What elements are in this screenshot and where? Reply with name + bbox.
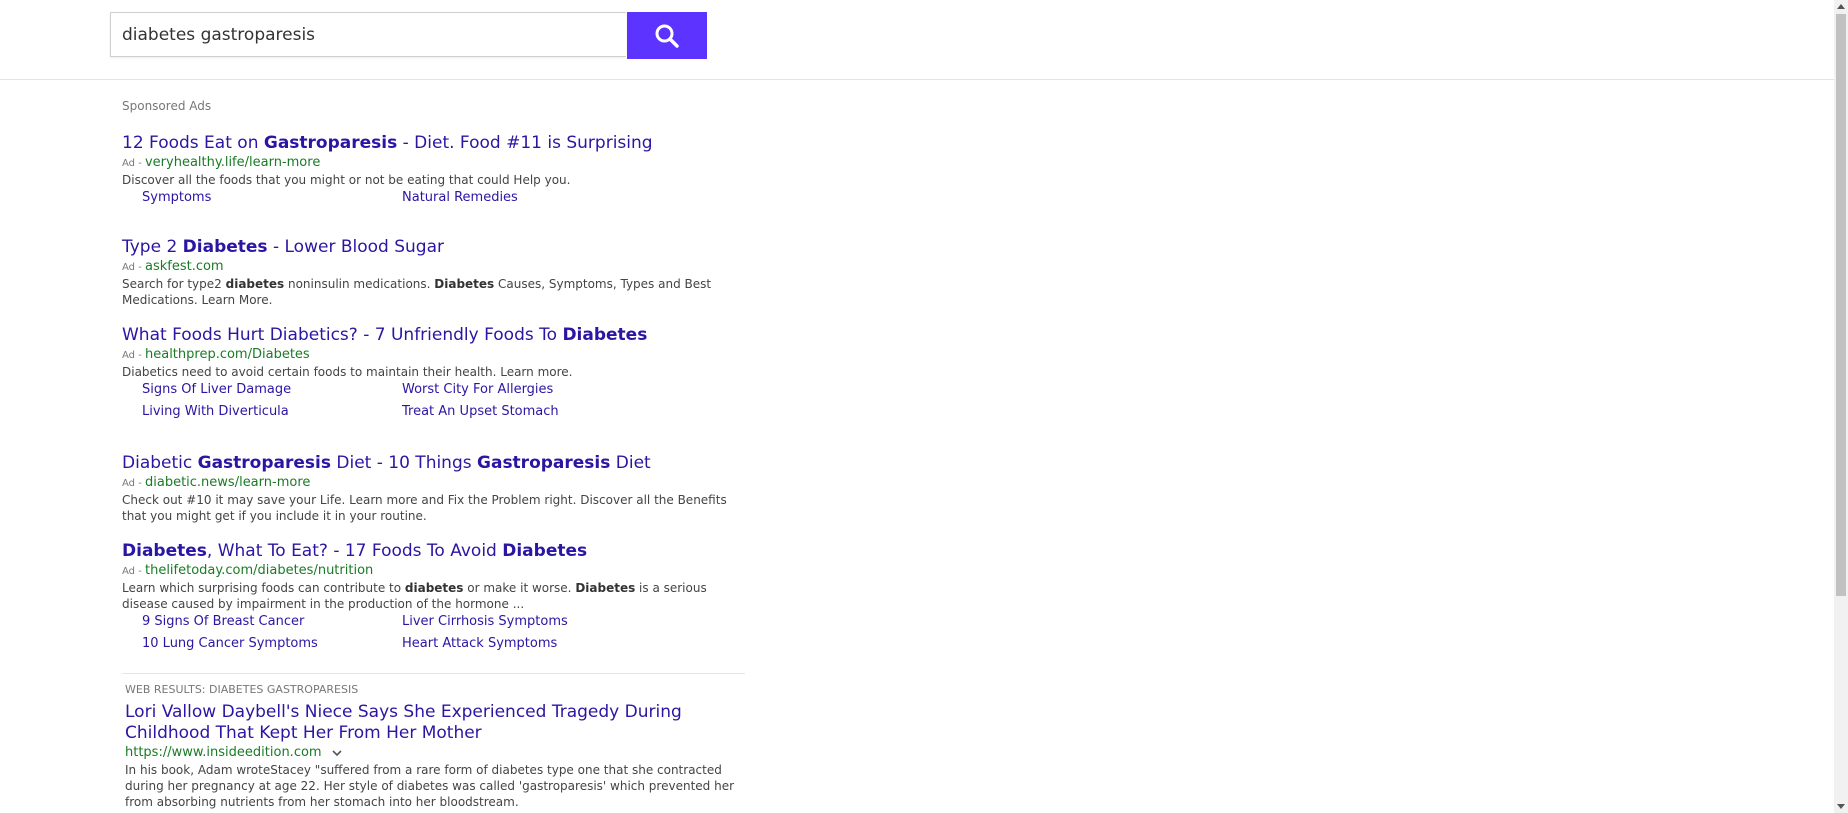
ad-sitelink[interactable]: Symptoms: [142, 190, 211, 205]
ad-url-row: Ad - diabetic.news/learn-more: [122, 474, 742, 492]
ad-url[interactable]: veryhealthy.life/learn-more: [145, 155, 320, 170]
ad-url-row: Ad - askfest.com: [122, 258, 742, 276]
ad-title-link[interactable]: 12 Foods Eat on Gastroparesis - Diet. Fo…: [122, 132, 742, 154]
ad-sitelink[interactable]: 10 Lung Cancer Symptoms: [142, 636, 318, 651]
ad-tag: Ad -: [122, 262, 145, 273]
ad-title-link[interactable]: Diabetes, What To Eat? - 17 Foods To Avo…: [122, 540, 742, 562]
scroll-up-arrow[interactable]: [1837, 4, 1845, 9]
sponsored-ads-section: Sponsored Ads 12 Foods Eat on Gastropare…: [122, 92, 747, 651]
ad-sitelinks: Symptoms Natural Remedies: [142, 188, 642, 210]
ad-tag: Ad -: [122, 350, 145, 361]
search-input[interactable]: [111, 13, 626, 56]
ad-description: Learn which surprising foods can contrib…: [122, 581, 707, 611]
web-result-description: In his book, Adam wroteStacey "suffered …: [125, 763, 735, 809]
search-icon: [655, 24, 679, 48]
sponsored-ads-label: Sponsored Ads: [122, 99, 212, 113]
web-result-url-row: https://www.insideedition.com: [125, 745, 342, 760]
ad-result: Diabetic Gastroparesis Diet - 10 Things …: [122, 452, 742, 524]
search-button[interactable]: [627, 12, 707, 59]
ad-url[interactable]: healthprep.com/Diabetes: [145, 347, 310, 362]
ad-url-row: Ad - thelifetoday.com/diabetes/nutrition: [122, 562, 742, 580]
ad-sitelink[interactable]: Signs Of Liver Damage: [142, 382, 291, 397]
ad-url-row: Ad - veryhealthy.life/learn-more: [122, 154, 742, 172]
ad-title-link[interactable]: Diabetic Gastroparesis Diet - 10 Things …: [122, 452, 742, 474]
ad-tag: Ad -: [122, 158, 145, 169]
ad-sitelink[interactable]: Heart Attack Symptoms: [402, 636, 557, 651]
vertical-scrollbar[interactable]: [1834, 0, 1848, 813]
ad-description: Check out #10 it may save your Life. Lea…: [122, 493, 727, 523]
results-divider: [122, 673, 745, 674]
ad-tag: Ad -: [122, 478, 145, 489]
ad-sitelink[interactable]: Treat An Upset Stomach: [402, 404, 559, 419]
ad-sitelink[interactable]: Liver Cirrhosis Symptoms: [402, 614, 568, 629]
ad-description: Diabetics need to avoid certain foods to…: [122, 365, 573, 379]
ad-description: Discover all the foods that you might or…: [122, 173, 571, 187]
ad-title-link[interactable]: What Foods Hurt Diabetics? - 7 Unfriendl…: [122, 324, 742, 346]
web-result-title[interactable]: Lori Vallow Daybell's Niece Says She Exp…: [125, 702, 755, 744]
ad-sitelinks: 9 Signs Of Breast Cancer Liver Cirrhosis …: [142, 612, 642, 656]
ad-url[interactable]: thelifetoday.com/diabetes/nutrition: [145, 563, 373, 578]
ad-tag: Ad -: [122, 566, 145, 577]
ad-result: Type 2 Diabetes - Lower Blood Sugar Ad - …: [122, 236, 742, 308]
scroll-down-arrow[interactable]: [1837, 804, 1845, 809]
chevron-down-icon[interactable]: [332, 749, 342, 757]
ad-sitelink[interactable]: 9 Signs Of Breast Cancer: [142, 614, 304, 629]
ad-url[interactable]: askfest.com: [145, 259, 224, 274]
header-bar: [0, 0, 1834, 80]
ad-url[interactable]: diabetic.news/learn-more: [145, 475, 310, 490]
ad-sitelink[interactable]: Living With Diverticula: [142, 404, 289, 419]
ad-result: Diabetes, What To Eat? - 17 Foods To Avo…: [122, 540, 742, 656]
web-result-url[interactable]: https://www.insideedition.com: [125, 745, 322, 760]
ad-sitelink[interactable]: Natural Remedies: [402, 190, 518, 205]
ad-sitelinks: Signs Of Liver Damage Worst City For Alle…: [142, 380, 642, 424]
ad-description: Search for type2 diabetes noninsulin med…: [122, 277, 712, 307]
scrollbar-thumb[interactable]: [1836, 14, 1846, 596]
search-box: [110, 12, 626, 57]
web-results-label: WEB RESULTS: DIABETES GASTROPARESIS: [125, 683, 359, 696]
ad-sitelink[interactable]: Worst City For Allergies: [402, 382, 553, 397]
ad-title-link[interactable]: Type 2 Diabetes - Lower Blood Sugar: [122, 236, 742, 258]
ad-url-row: Ad - healthprep.com/Diabetes: [122, 346, 742, 364]
ad-result: 12 Foods Eat on Gastroparesis - Diet. Fo…: [122, 132, 742, 210]
ad-result: What Foods Hurt Diabetics? - 7 Unfriendl…: [122, 324, 742, 424]
